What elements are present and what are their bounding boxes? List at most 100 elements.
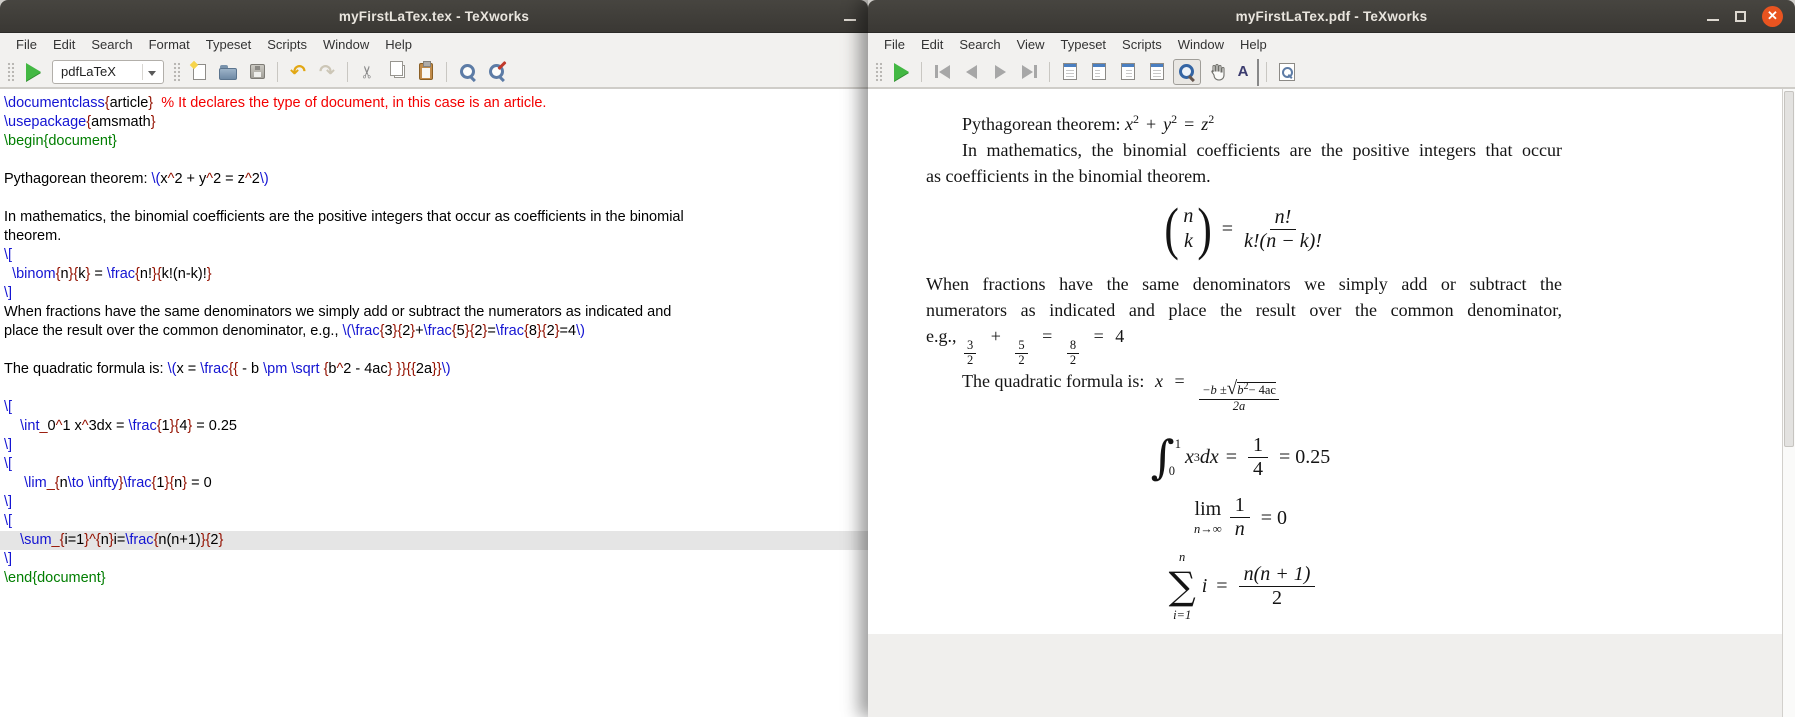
maximize-button[interactable] — [1735, 11, 1746, 22]
save-button[interactable] — [244, 59, 270, 85]
redo-button[interactable] — [314, 59, 340, 85]
previous-page-button[interactable] — [958, 59, 984, 85]
next-page-button[interactable] — [987, 59, 1013, 85]
menu-item-typeset[interactable]: Typeset — [1053, 34, 1115, 55]
editor-line: The quadratic formula is: \(x = \frac{{ … — [0, 360, 868, 379]
toolbar-grip[interactable] — [875, 62, 882, 82]
engine-select[interactable]: pdfLaTeX — [52, 60, 164, 84]
menu-item-window[interactable]: Window — [1170, 34, 1232, 55]
texworks-source-window: myFirstLaTex.tex - TeXworks FileEditSear… — [0, 0, 868, 717]
menu-item-edit[interactable]: Edit — [45, 34, 83, 55]
menu-item-window[interactable]: Window — [315, 34, 377, 55]
pdf-line-pythagorean: Pythagorean theorem: x2+y2=z2 — [926, 106, 1562, 137]
magnify-tool-button[interactable] — [1173, 59, 1201, 85]
fit-width-button[interactable] — [1144, 59, 1170, 85]
editor-line: \binom{n}{k} = \frac{n!}{k!(n-k)!} — [0, 265, 868, 284]
menu-item-file[interactable]: File — [876, 34, 913, 55]
pdf-paragraph-binomial-line1: In mathematics, the binomial coefficient… — [926, 137, 1562, 163]
editor-line: \] — [0, 493, 868, 512]
close-button[interactable]: ✕ — [1762, 6, 1783, 27]
new-document-icon — [193, 64, 206, 80]
magnifier-icon — [1178, 63, 1196, 81]
typeset-button[interactable] — [20, 59, 46, 85]
paste-icon — [419, 63, 433, 80]
minimize-button[interactable] — [1707, 19, 1719, 21]
pdf-viewport[interactable]: Pythagorean theorem: x2+y2=z2 In mathema… — [868, 89, 1795, 717]
previous-page-icon — [966, 65, 977, 79]
undo-button[interactable] — [285, 59, 311, 85]
pdf-vertical-scrollbar[interactable] — [1782, 89, 1795, 717]
toolbar-separator — [277, 62, 278, 82]
menu-item-typeset[interactable]: Typeset — [198, 34, 260, 55]
play-icon — [26, 63, 41, 81]
editor-line: \[ — [0, 246, 868, 265]
fit-page-button[interactable] — [1115, 59, 1141, 85]
pdf-toolbar: A — [868, 56, 1795, 88]
save-icon — [250, 64, 265, 79]
find-button[interactable] — [454, 59, 480, 85]
typeset-button[interactable] — [888, 59, 914, 85]
last-page-button[interactable] — [1016, 59, 1042, 85]
editor-line: place the result over the common denomin… — [0, 322, 868, 341]
pdf-titlebar[interactable]: myFirstLaTex.pdf - TeXworks ✕ — [868, 0, 1795, 33]
pdf-paragraph-fractions-line1: When fractions have the same denominator… — [926, 271, 1562, 297]
toolbar-separator — [1266, 62, 1267, 82]
pdf-equation-sum: n∑i=1 i = n(n + 1)2 — [926, 551, 1562, 621]
menu-item-file[interactable]: File — [8, 34, 45, 55]
toolbar-grip[interactable] — [173, 62, 180, 82]
toolbar-separator — [1049, 62, 1050, 82]
pdf-equation-integral: ∫10 x3dx = 14 = 0.25 — [926, 430, 1562, 484]
hand-icon — [1208, 63, 1226, 81]
single-page-icon — [1063, 63, 1077, 80]
source-titlebar[interactable]: myFirstLaTex.tex - TeXworks — [0, 0, 868, 33]
find-replace-button[interactable] — [483, 59, 509, 85]
new-document-button[interactable] — [186, 59, 212, 85]
menu-item-scripts[interactable]: Scripts — [1114, 34, 1170, 55]
latex-source-editor[interactable]: \documentclass{article} % It declares th… — [0, 89, 868, 717]
pdf-window-title: myFirstLaTex.pdf - TeXworks — [1236, 9, 1428, 24]
editor-line: theorem. — [0, 227, 868, 246]
editor-line: \] — [0, 436, 868, 455]
editor-line — [0, 341, 868, 360]
editor-line: \int_0^1 x^3dx = \frac{1}{4} = 0.25 — [0, 417, 868, 436]
continuous-mode-button[interactable] — [1086, 59, 1112, 85]
editor-line: \] — [0, 550, 868, 569]
find-in-pdf-icon — [1279, 63, 1295, 81]
menu-item-format[interactable]: Format — [141, 34, 198, 55]
menu-item-edit[interactable]: Edit — [913, 34, 951, 55]
continuous-page-icon — [1092, 63, 1106, 80]
menu-item-scripts[interactable]: Scripts — [259, 34, 315, 55]
source-window-title: myFirstLaTex.tex - TeXworks — [339, 9, 529, 24]
editor-line: \end{document} — [0, 569, 868, 588]
find-icon — [458, 62, 477, 81]
pdf-paragraph-binomial-line2: as coefficients in the binomial theorem. — [926, 163, 1562, 189]
scrollbar-thumb[interactable] — [1784, 91, 1794, 447]
editor-line: \documentclass{article} % It declares th… — [0, 94, 868, 113]
editor-line: Pythagorean theorem: \(x^2 + y^2 = z^2\) — [0, 170, 868, 189]
minimize-button[interactable] — [844, 19, 856, 21]
source-menu-bar: FileEditSearchFormatTypesetScriptsWindow… — [0, 33, 868, 56]
copy-button[interactable] — [384, 59, 410, 85]
menu-item-search[interactable]: Search — [951, 34, 1008, 55]
single-page-mode-button[interactable] — [1057, 59, 1083, 85]
menu-item-view[interactable]: View — [1009, 34, 1053, 55]
menu-item-search[interactable]: Search — [83, 34, 140, 55]
scroll-hand-tool-button[interactable] — [1204, 59, 1230, 85]
pdf-line-quadratic: The quadratic formula is: x = −b ±√b2− 4… — [926, 368, 1562, 415]
menu-item-help[interactable]: Help — [1232, 34, 1275, 55]
find-in-pdf-button[interactable] — [1274, 59, 1300, 85]
editor-line: \[ — [0, 512, 868, 531]
menu-item-help[interactable]: Help — [377, 34, 420, 55]
editor-line — [0, 151, 868, 170]
toolbar-grip[interactable] — [7, 62, 14, 82]
select-text-tool-button[interactable]: A — [1233, 59, 1259, 85]
first-page-button[interactable] — [929, 59, 955, 85]
open-button[interactable] — [215, 59, 241, 85]
source-toolbar: pdfLaTeX — [0, 56, 868, 88]
engine-value: pdfLaTeX — [61, 64, 116, 79]
editor-line: \] — [0, 284, 868, 303]
paste-button[interactable] — [413, 59, 439, 85]
cut-button[interactable] — [355, 59, 381, 85]
copy-icon — [394, 65, 405, 78]
toolbar-separator — [446, 62, 447, 82]
